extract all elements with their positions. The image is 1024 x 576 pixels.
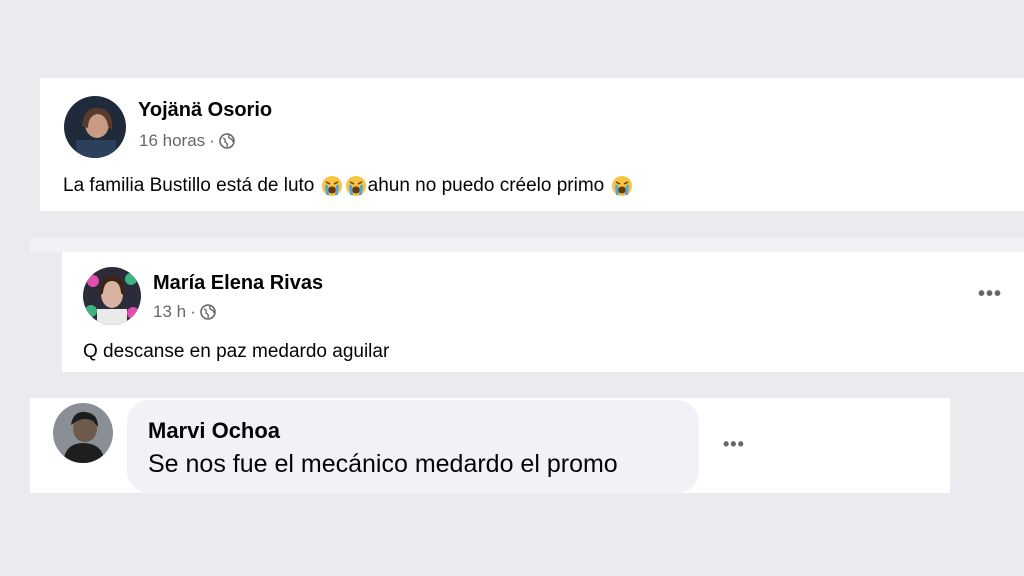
meta-separator: · (190, 302, 196, 321)
post-timestamp[interactable]: 13 h (153, 302, 186, 322)
post-meta: 16 horas · (139, 131, 235, 151)
avatar[interactable] (64, 96, 126, 158)
comment-author-name[interactable]: Marvi Ochoa (148, 418, 280, 444)
loudly-crying-face-emoji-icon (321, 175, 343, 197)
comment-more-options-button[interactable]: ••• (723, 434, 745, 455)
comment-bubble: Marvi Ochoa Se nos fue el mecánico medar… (127, 400, 699, 493)
post-text-part: ahun no puedo créelo primo (367, 175, 610, 196)
post-meta: 13 h · (153, 302, 216, 322)
post-timestamp[interactable]: 16 horas (139, 131, 205, 151)
loudly-crying-face-emoji-icon (345, 175, 367, 197)
post-author-name[interactable]: María Elena Rivas (153, 272, 323, 295)
post-author-name[interactable]: Yojänä Osorio (138, 99, 272, 122)
post-text-part: La familia Bustillo está de luto (63, 175, 320, 196)
post-text: La familia Bustillo está de luto ahun no… (63, 175, 634, 197)
globe-icon (219, 133, 235, 149)
post-text: Q descanse en paz medardo aguilar (83, 341, 390, 362)
loudly-crying-face-emoji-icon (611, 175, 633, 197)
more-options-button[interactable]: ••• (978, 283, 1002, 306)
post-card-yojana: Yojänä Osorio 16 horas · La familia Bust… (40, 78, 1024, 211)
meta-separator: · (209, 131, 215, 150)
avatar[interactable] (53, 403, 113, 463)
globe-icon (199, 304, 216, 320)
comment-text: Se nos fue el mecánico medardo el promo (148, 450, 618, 478)
avatar[interactable] (83, 267, 141, 325)
post-card-maria: María Elena Rivas 13 h · Q descanse en p… (62, 252, 1024, 372)
divider (30, 238, 1024, 252)
